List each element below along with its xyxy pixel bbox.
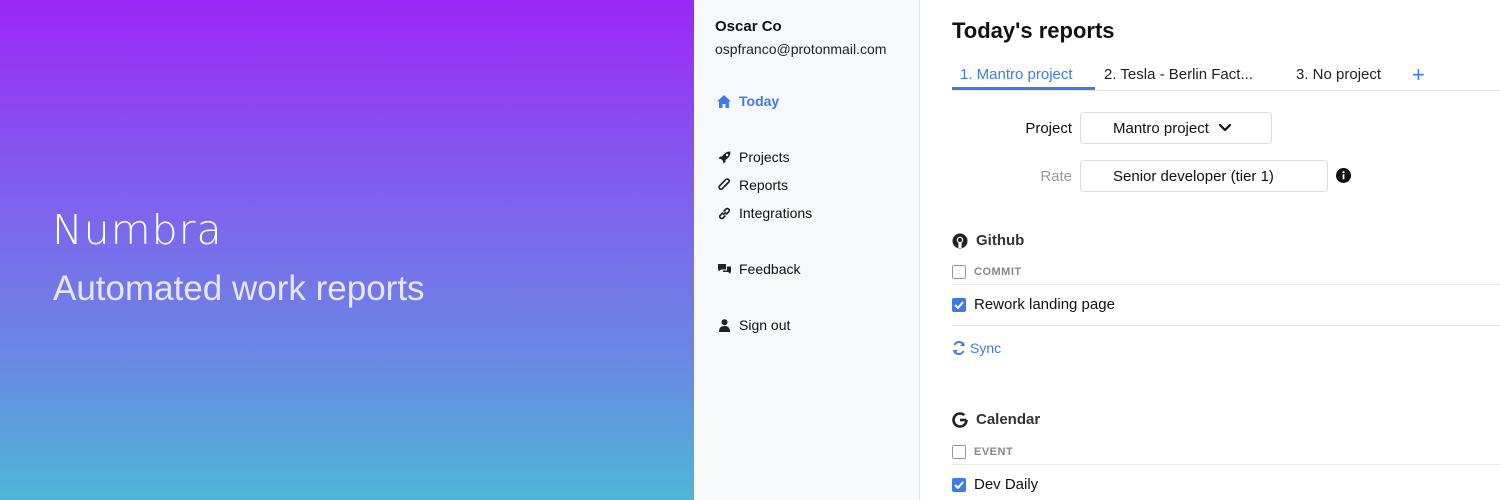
- home-icon: [715, 94, 733, 108]
- divider: [952, 325, 1500, 326]
- hero-banner: Numbra Automated work reports: [0, 0, 694, 500]
- rate-label: Rate: [1040, 168, 1072, 185]
- tab-mantro-project[interactable]: 1. Mantro project: [960, 66, 1095, 83]
- commit-label: Rework landing page: [974, 296, 1115, 313]
- event-checkbox[interactable]: [952, 477, 966, 492]
- tagline: Automated work reports: [53, 269, 425, 308]
- tab-tesla-berlin[interactable]: 2. Tesla - Berlin Fact...: [1104, 66, 1276, 83]
- sidebar-item-today[interactable]: Today: [715, 93, 779, 109]
- sync-label: Sync: [970, 340, 1002, 356]
- page-title: Today's reports: [952, 18, 1115, 43]
- event-column-header: EVENT: [952, 445, 1013, 459]
- sidebar-item-label: Projects: [739, 149, 790, 165]
- sidebar-item-label: Feedback: [739, 261, 801, 277]
- sidebar-item-label: Integrations: [739, 205, 813, 221]
- refresh-icon: [952, 341, 966, 355]
- chat-bubbles-icon: [715, 263, 733, 275]
- paperclip-icon: [715, 178, 733, 192]
- select-all-events-checkbox[interactable]: [952, 445, 966, 459]
- user-email: ospfranco@protonmail.com: [715, 41, 887, 57]
- commit-column-header: COMMIT: [952, 265, 1022, 279]
- github-section-title: Github: [952, 232, 1024, 249]
- sidebar-item-label: Sign out: [739, 317, 791, 333]
- select-all-commits-checkbox[interactable]: [952, 265, 966, 279]
- active-tab-indicator: [952, 87, 1095, 90]
- user-icon: [715, 318, 733, 332]
- link-icon: [715, 207, 733, 220]
- section-title-text: Github: [976, 232, 1025, 249]
- project-label: Project: [1025, 120, 1072, 137]
- rate-select[interactable]: Senior developer (tier 1): [1080, 160, 1328, 192]
- project-select[interactable]: Mantro project: [1080, 112, 1272, 144]
- sync-button[interactable]: Sync: [952, 340, 1001, 356]
- rate-select-value: Senior developer (tier 1): [1113, 167, 1274, 185]
- info-icon[interactable]: [1336, 168, 1351, 183]
- sidebar-item-feedback[interactable]: Feedback: [715, 261, 800, 277]
- tab-no-project[interactable]: 3. No project: [1296, 66, 1401, 83]
- project-tabs: 1. Mantro project 2. Tesla - Berlin Fact…: [952, 60, 1500, 91]
- github-icon: [952, 233, 968, 249]
- commit-checkbox[interactable]: [952, 297, 966, 312]
- sidebar-item-integrations[interactable]: Integrations: [715, 205, 812, 221]
- google-icon: [952, 411, 968, 428]
- sidebar: Oscar Co ospfranco@protonmail.com Today …: [694, 0, 920, 500]
- list-item: Rework landing page: [952, 296, 1115, 313]
- user-name: Oscar Co: [715, 18, 782, 35]
- divider: [952, 464, 1500, 465]
- sidebar-item-reports[interactable]: Reports: [715, 177, 788, 193]
- project-select-value: Mantro project: [1113, 119, 1209, 137]
- event-label: Dev Daily: [974, 476, 1039, 493]
- divider: [952, 284, 1500, 285]
- chevron-down-icon: [1218, 124, 1231, 132]
- calendar-section-title: Calendar: [952, 411, 1040, 428]
- sidebar-item-sign-out[interactable]: Sign out: [715, 317, 790, 333]
- rocket-icon: [715, 151, 733, 164]
- main-content: Today's reports 1. Mantro project 2. Tes…: [920, 0, 1500, 500]
- column-header-text: COMMIT: [974, 266, 1022, 278]
- add-tab-button[interactable]: +: [1412, 62, 1425, 88]
- sidebar-item-label: Today: [739, 93, 780, 109]
- column-header-text: EVENT: [974, 446, 1014, 458]
- list-item: Dev Daily: [952, 476, 1038, 493]
- brand-logo-text: Numbra: [52, 206, 223, 254]
- section-title-text: Calendar: [976, 411, 1041, 428]
- sidebar-item-projects[interactable]: Projects: [715, 149, 790, 165]
- sidebar-item-label: Reports: [739, 177, 789, 193]
